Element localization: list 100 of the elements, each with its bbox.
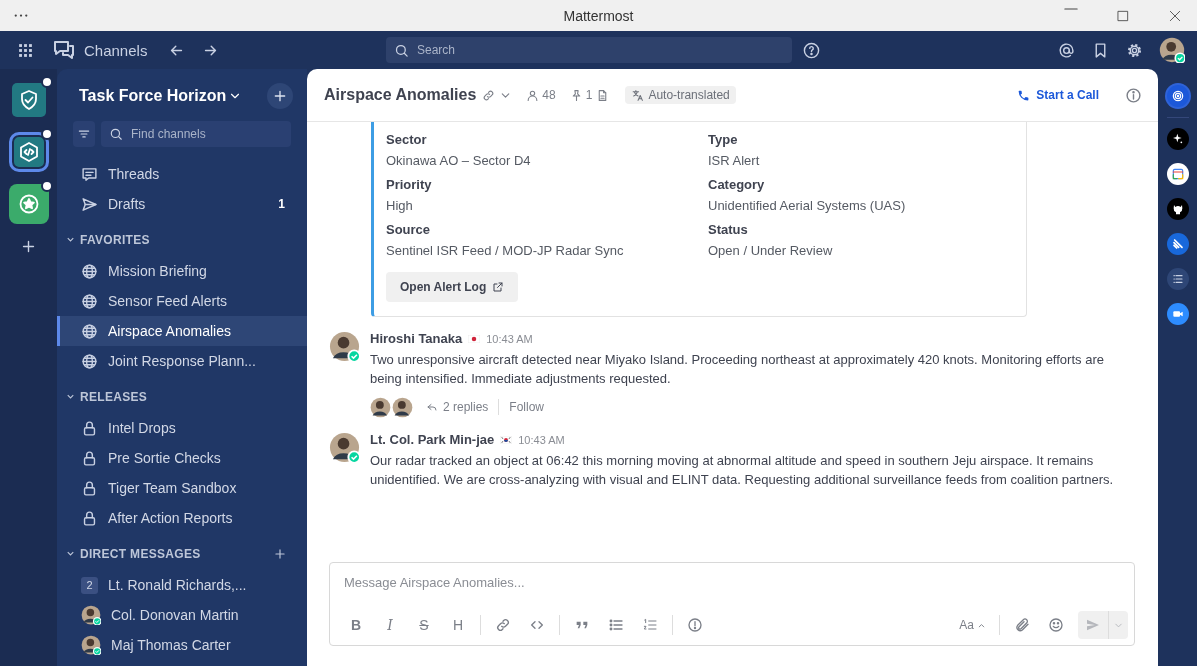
calendar-app-icon[interactable]: [1166, 163, 1189, 185]
section-header[interactable]: DIRECT MESSAGES: [65, 542, 201, 561]
channel-item[interactable]: After Action Reports: [57, 503, 307, 533]
alert-icon: [687, 617, 703, 633]
bold-button[interactable]: B: [340, 611, 372, 639]
field-value: Sentinel ISR Feed / MOD-JP Radar Sync: [386, 243, 625, 258]
team-button[interactable]: [8, 132, 49, 172]
threads-icon: [81, 165, 98, 183]
section-header[interactable]: RELEASES: [65, 385, 148, 404]
team-name-menu[interactable]: Task Force Horizon: [79, 87, 243, 105]
grid-icon: [16, 41, 34, 59]
field-label: Category: [708, 177, 766, 192]
help-icon: [802, 41, 820, 59]
product-title: Channels: [84, 41, 148, 59]
avatar: [370, 396, 391, 418]
lock-icon: [81, 479, 98, 497]
plus-icon: [20, 238, 37, 255]
add-team-button[interactable]: [20, 238, 37, 255]
italic-button[interactable]: I: [374, 611, 406, 639]
search-input[interactable]: Search: [415, 42, 784, 58]
target-app-icon[interactable]: [1166, 85, 1189, 107]
phone-icon: [1017, 88, 1031, 102]
field-label: Type: [708, 132, 739, 147]
person-icon: [526, 88, 540, 102]
channel-item[interactable]: Airspace Anomalies: [57, 316, 307, 346]
replies-link[interactable]: 2 replies: [426, 400, 489, 414]
find-channels-input[interactable]: Find channels: [129, 126, 283, 142]
sidebar-item[interactable]: Threads: [57, 159, 307, 189]
channel-item[interactable]: Col. Donovan Martin: [57, 600, 307, 630]
sidebar-item[interactable]: Drafts 1: [57, 189, 307, 219]
team-button[interactable]: [8, 184, 49, 224]
field-value: Unidentified Aerial Systems (UAS): [708, 198, 907, 213]
lock-icon: [81, 419, 98, 437]
field-label: Priority: [386, 177, 433, 192]
globe-icon: [81, 292, 98, 310]
add-button[interactable]: [267, 83, 293, 109]
strike-button[interactable]: S: [408, 611, 440, 639]
channel-item[interactable]: Sensor Feed Alerts: [57, 286, 307, 316]
avatar: [392, 396, 413, 418]
info-icon: [1125, 86, 1142, 104]
flag-icon: [468, 334, 481, 343]
send-icon: [1085, 617, 1101, 633]
field-value: Open / Under Review: [708, 243, 834, 258]
channel-name: Airspace Anomalies: [324, 86, 477, 104]
numbered-list-icon: [642, 617, 658, 633]
author-name[interactable]: Hiroshi Tanaka: [370, 331, 463, 346]
field-value: ISR Alert: [708, 153, 761, 168]
heading-button[interactable]: H: [442, 611, 474, 639]
flag-icon: [500, 435, 513, 444]
channel-item[interactable]: Joint Response Plann...: [57, 346, 307, 376]
video-app-icon[interactable]: [1166, 303, 1189, 325]
message-text: Our radar tracked an object at 06:42 this morning moving at abnormal altitude and speed in southern Jeju airspace. It remains unidentified. We are cross-analyzing with visual and ELINT data. Requesting additional surveillance feeds from coalition partners.: [370, 452, 1115, 489]
field-label: Status: [708, 222, 749, 237]
more-icon: [14, 14, 28, 17]
member-count-badge: 2: [81, 576, 98, 594]
text-style-button[interactable]: Aa: [953, 611, 993, 639]
filter-button[interactable]: [73, 121, 95, 147]
draft-count: 1: [278, 197, 285, 211]
field-label: Sector: [386, 132, 428, 147]
channel-item[interactable]: Maj Thomas Carter: [57, 630, 307, 660]
link-icon: [495, 617, 511, 633]
reply-icon: [426, 401, 438, 413]
message-input[interactable]: Message Airspace Anomalies...: [330, 563, 1134, 590]
channel-item[interactable]: 2 Lt. Ronald Richards,...: [57, 570, 307, 600]
pinned-button[interactable]: 1: [569, 84, 593, 106]
drafts-icon: [81, 195, 98, 213]
find-channels-field[interactable]: Find channels: [101, 121, 291, 147]
section-header[interactable]: FAVORITES: [65, 228, 150, 247]
lock-icon: [81, 509, 98, 527]
globe-icon: [81, 352, 98, 370]
globe-icon: [81, 262, 98, 280]
link-icon: [482, 88, 496, 102]
start-call-button[interactable]: Start a Call: [1017, 88, 1099, 102]
settings-icon: [1125, 41, 1143, 59]
translate-icon: [631, 88, 645, 102]
bullet-list-icon: [608, 617, 624, 633]
channel-item[interactable]: Mission Briefing: [57, 256, 307, 286]
plus-icon: [273, 546, 287, 561]
filter-icon: [77, 127, 91, 141]
channel-item[interactable]: Intel Drops: [57, 413, 307, 443]
cat-app-icon[interactable]: [1166, 198, 1189, 220]
lock-icon: [81, 449, 98, 467]
stripes-app-icon[interactable]: [1166, 233, 1189, 255]
auto-translated-tag[interactable]: Auto-translated: [625, 86, 736, 104]
follow-button[interactable]: Follow: [509, 400, 545, 414]
list-app-icon[interactable]: [1166, 268, 1189, 290]
message-composer[interactable]: Message Airspace Anomalies... B I S H Aa: [329, 562, 1135, 646]
channel-item[interactable]: Tiger Team Sandbox: [57, 473, 307, 503]
field-value: High: [386, 198, 414, 213]
message-text: Two unresponsive aircraft detected near Miyako Island. Proceeding northeast at approximately 420 knots. Monitoring efforts are being intensified. Immediate adjustments requested.: [370, 351, 1105, 388]
paperclip-icon: [1014, 617, 1030, 633]
channel-item[interactable]: Pre Sortie Checks: [57, 443, 307, 473]
sparkle-app-icon[interactable]: [1166, 128, 1189, 150]
external-link-icon: [492, 281, 505, 293]
members-button[interactable]: 48: [526, 84, 556, 106]
search-icon: [394, 42, 409, 58]
author-name[interactable]: Lt. Col. Park Min-jae: [370, 432, 495, 447]
open-alert-log-button[interactable]: Open Alert Log: [386, 272, 519, 302]
globe-icon: [81, 322, 98, 340]
search-field[interactable]: Search: [386, 37, 792, 63]
